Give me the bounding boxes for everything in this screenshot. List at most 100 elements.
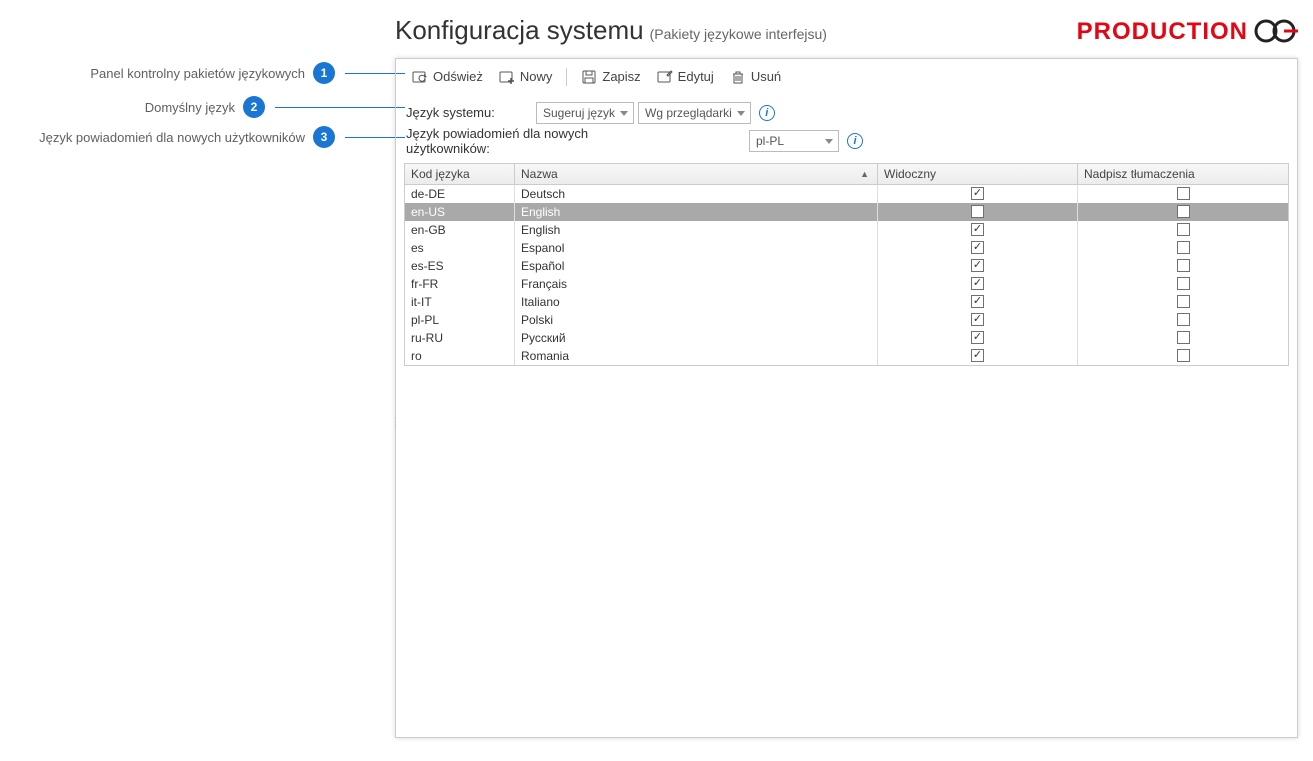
cell-visible xyxy=(878,221,1078,239)
cell-visible xyxy=(878,347,1078,365)
info-icon[interactable]: i xyxy=(847,133,863,149)
page-subtitle: (Pakiety językowe interfejsu) xyxy=(650,26,827,42)
table-row[interactable]: fr-FRFrançais xyxy=(405,275,1288,293)
col-header-code[interactable]: Kod języka xyxy=(405,164,515,184)
header: Konfiguracja systemu (Pakiety językowe i… xyxy=(395,15,1298,58)
new-icon xyxy=(499,69,515,85)
refresh-button[interactable]: Odśwież xyxy=(406,67,489,87)
delete-button[interactable]: Usuń xyxy=(724,67,787,87)
table-row[interactable]: en-USEnglish xyxy=(405,203,1288,221)
callout-1-label: Panel kontrolny pakietów językowych xyxy=(90,66,305,81)
overwrite-checkbox[interactable] xyxy=(1177,331,1190,344)
toolbar: Odśwież Nowy Zapisz Edytuj xyxy=(396,59,1297,95)
brand-logo-icon xyxy=(1254,17,1298,48)
grid-body: de-DEDeutschen-USEnglishen-GBEnglishesEs… xyxy=(404,185,1289,366)
overwrite-checkbox[interactable] xyxy=(1177,241,1190,254)
cell-overwrite xyxy=(1078,185,1288,203)
trash-icon xyxy=(730,69,746,85)
system-language-row: Język systemu: Sugeruj język Wg przegląd… xyxy=(406,99,1287,127)
overwrite-checkbox[interactable] xyxy=(1177,295,1190,308)
resize-grip-icon[interactable]: ⋮⋮ xyxy=(391,419,399,427)
overwrite-checkbox[interactable] xyxy=(1177,223,1190,236)
content-panel: ⋮⋮ Odśwież Nowy Zapisz xyxy=(395,58,1298,738)
cell-name: Français xyxy=(515,275,878,293)
edit-button[interactable]: Edytuj xyxy=(651,67,720,87)
cell-overwrite xyxy=(1078,221,1288,239)
overwrite-checkbox[interactable] xyxy=(1177,277,1190,290)
table-row[interactable]: es-ESEspañol xyxy=(405,257,1288,275)
cell-name: Romania xyxy=(515,347,878,365)
info-icon[interactable]: i xyxy=(759,105,775,121)
col-header-visible[interactable]: Widoczny xyxy=(878,164,1078,184)
table-row[interactable]: pl-PLPolski xyxy=(405,311,1288,329)
cell-overwrite xyxy=(1078,329,1288,347)
cell-visible xyxy=(878,275,1078,293)
visible-checkbox[interactable] xyxy=(971,295,984,308)
cell-name: English xyxy=(515,221,878,239)
system-language-source-select[interactable]: Wg przeglądarki xyxy=(638,102,751,124)
cell-visible xyxy=(878,311,1078,329)
cell-name: Deutsch xyxy=(515,185,878,203)
overwrite-checkbox[interactable] xyxy=(1177,313,1190,326)
cell-code: es xyxy=(405,239,515,257)
table-row[interactable]: esEspanol xyxy=(405,239,1288,257)
page-title: Konfiguracja systemu xyxy=(395,15,644,46)
cell-code: en-US xyxy=(405,203,515,221)
visible-checkbox[interactable] xyxy=(971,349,984,362)
toolbar-separator-1 xyxy=(566,68,567,86)
new-label: Nowy xyxy=(520,69,553,84)
refresh-icon xyxy=(412,69,428,85)
col-header-overwrite[interactable]: Nadpisz tłumaczenia xyxy=(1078,164,1288,184)
cell-name: English xyxy=(515,203,878,221)
cell-overwrite xyxy=(1078,203,1288,221)
table-row[interactable]: en-GBEnglish xyxy=(405,221,1288,239)
language-grid: Kod języka Nazwa▲ Widoczny Nadpisz tłuma… xyxy=(404,163,1289,366)
cell-name: Polski xyxy=(515,311,878,329)
cell-visible xyxy=(878,329,1078,347)
overwrite-checkbox[interactable] xyxy=(1177,205,1190,218)
settings-area: Język systemu: Sugeruj język Wg przegląd… xyxy=(396,95,1297,163)
new-button[interactable]: Nowy xyxy=(493,67,559,87)
visible-checkbox[interactable] xyxy=(971,331,984,344)
cell-name: Español xyxy=(515,257,878,275)
sort-asc-icon: ▲ xyxy=(860,169,869,179)
col-header-name[interactable]: Nazwa▲ xyxy=(515,164,878,184)
cell-code: de-DE xyxy=(405,185,515,203)
visible-checkbox[interactable] xyxy=(971,259,984,272)
main-frame: Konfiguracja systemu (Pakiety językowe i… xyxy=(395,15,1298,746)
callout-2-label: Domyślny język xyxy=(145,100,235,115)
notification-language-select[interactable]: pl-PL xyxy=(749,130,839,152)
visible-checkbox[interactable] xyxy=(971,205,984,218)
cell-visible xyxy=(878,185,1078,203)
table-row[interactable]: ru-RUРусский xyxy=(405,329,1288,347)
system-language-mode-select[interactable]: Sugeruj język xyxy=(536,102,634,124)
table-row[interactable]: it-ITItaliano xyxy=(405,293,1288,311)
cell-name: Italiano xyxy=(515,293,878,311)
overwrite-checkbox[interactable] xyxy=(1177,259,1190,272)
overwrite-checkbox[interactable] xyxy=(1177,349,1190,362)
visible-checkbox[interactable] xyxy=(971,187,984,200)
visible-checkbox[interactable] xyxy=(971,313,984,326)
visible-checkbox[interactable] xyxy=(971,277,984,290)
edit-icon xyxy=(657,69,673,85)
table-row[interactable]: roRomania xyxy=(405,347,1288,365)
callout-3-label: Język powiadomień dla nowych użytkownikó… xyxy=(39,130,305,145)
delete-label: Usuń xyxy=(751,69,781,84)
notification-language-row: Język powiadomień dla nowych użytkownikó… xyxy=(406,127,1287,155)
cell-visible xyxy=(878,203,1078,221)
cell-overwrite xyxy=(1078,275,1288,293)
cell-overwrite xyxy=(1078,239,1288,257)
header-right: PRODUCTION xyxy=(1077,17,1298,48)
save-button[interactable]: Zapisz xyxy=(575,67,646,87)
visible-checkbox[interactable] xyxy=(971,223,984,236)
refresh-label: Odśwież xyxy=(433,69,483,84)
callout-1-badge: 1 xyxy=(313,62,335,84)
cell-overwrite xyxy=(1078,311,1288,329)
grid-header: Kod języka Nazwa▲ Widoczny Nadpisz tłuma… xyxy=(404,163,1289,185)
table-row[interactable]: de-DEDeutsch xyxy=(405,185,1288,203)
cell-code: fr-FR xyxy=(405,275,515,293)
system-language-label: Język systemu: xyxy=(406,105,536,120)
visible-checkbox[interactable] xyxy=(971,241,984,254)
cell-code: pl-PL xyxy=(405,311,515,329)
overwrite-checkbox[interactable] xyxy=(1177,187,1190,200)
